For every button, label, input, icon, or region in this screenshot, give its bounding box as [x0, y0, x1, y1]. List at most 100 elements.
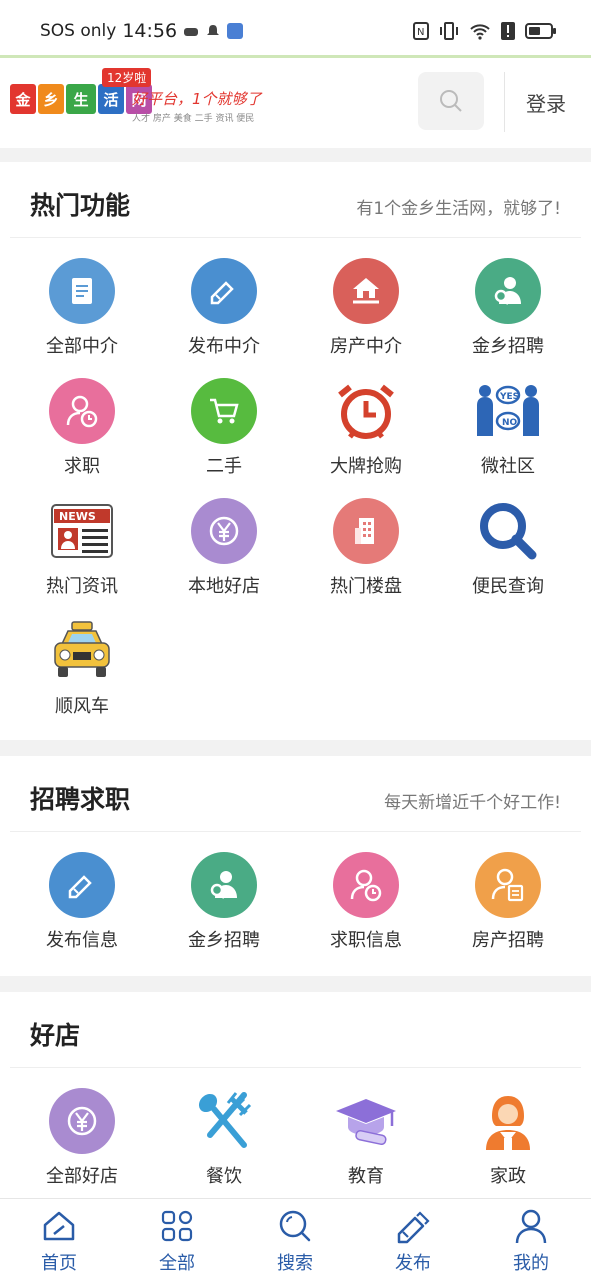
search-icon — [236, 1207, 354, 1245]
feature-label: 微社区 — [481, 456, 535, 477]
jobs-label: 求职信息 — [330, 930, 402, 951]
section-title: 招聘求职 — [30, 785, 131, 814]
feature-label: 热门资讯 — [46, 576, 118, 597]
alarm-clock-icon — [333, 378, 399, 444]
app-notification-icon — [227, 23, 244, 39]
status-bar: SOS only 14:56 N — [0, 0, 591, 58]
shops-label: 教育 — [348, 1166, 384, 1187]
header-divider — [504, 72, 505, 132]
feature-label: 本地好店 — [188, 576, 260, 597]
feature-label: 全部中介 — [46, 336, 118, 357]
edit-tag-icon — [191, 258, 257, 324]
section-title: 好店 — [30, 1021, 81, 1050]
feature-hot-news[interactable]: NEWS 热门资讯 — [11, 498, 153, 598]
nav-publish[interactable]: 发布 — [354, 1207, 472, 1275]
section-title: 热门功能 — [30, 191, 131, 220]
feature-publish-agent[interactable]: 发布中介 — [153, 258, 295, 358]
shops-section: 好店 全部好店 餐饮 教育 家政 — [0, 992, 591, 1198]
hot-features-section: 热门功能 有1个金乡生活网，就够了! 全部中介 发布中介 房产中介 金乡招聘 求… — [0, 162, 591, 740]
nav-mine[interactable]: 我的 — [472, 1207, 590, 1275]
document-icon — [49, 258, 115, 324]
clock-text: 14:56 — [122, 20, 178, 42]
person-clock-icon — [333, 852, 399, 918]
yen-icon — [49, 1088, 115, 1154]
app-header: 金 乡 生 活 网 12岁啦 好平台，1个就够了 人才 房产 美食 二手 资讯 … — [0, 58, 591, 148]
building-icon — [333, 498, 399, 564]
svg-text:YES: YES — [499, 392, 519, 402]
fork-spoon-icon — [191, 1088, 257, 1154]
shops-all[interactable]: 全部好店 — [11, 1088, 153, 1188]
jobs-seeking-info[interactable]: 求职信息 — [295, 852, 437, 952]
section-subtitle: 有1个金乡生活网，就够了! — [356, 199, 561, 219]
news-icon: NEWS — [49, 498, 115, 564]
nav-label: 搜索 — [277, 1253, 313, 1274]
jobs-jinxiang-recruit[interactable]: 金乡招聘 — [153, 852, 295, 952]
home-icon — [0, 1207, 118, 1245]
nav-search[interactable]: 搜索 — [236, 1207, 354, 1275]
recruit-person-icon — [475, 258, 541, 324]
feature-all-agents[interactable]: 全部中介 — [11, 258, 153, 358]
feature-label: 顺风车 — [55, 696, 109, 717]
shops-housekeeping[interactable]: 家政 — [437, 1088, 579, 1188]
feature-label: 便民查询 — [472, 576, 544, 597]
bell-icon — [207, 25, 220, 35]
logo-tags: 人才 房产 美食 二手 资讯 便民 — [132, 114, 255, 124]
edit-tag-icon — [49, 852, 115, 918]
logo-char: 生 — [66, 84, 96, 114]
feature-micro-community[interactable]: YES NO 微社区 — [437, 378, 579, 478]
shops-label: 全部好店 — [46, 1166, 118, 1187]
jobs-section: 招聘求职 每天新增近千个好工作! 发布信息 金乡招聘 求职信息 房产招聘 — [0, 756, 591, 976]
house-hand-icon — [333, 258, 399, 324]
site-logo[interactable]: 金 乡 生 活 网 12岁啦 好平台，1个就够了 人才 房产 美食 二手 资讯 … — [10, 68, 270, 132]
graduation-cap-icon — [333, 1088, 399, 1154]
user-icon — [472, 1207, 590, 1245]
feature-label: 房产中介 — [330, 336, 402, 357]
feature-hot-properties[interactable]: 热门楼盘 — [295, 498, 437, 598]
grid-icon — [118, 1207, 236, 1245]
nav-label: 我的 — [513, 1253, 549, 1274]
search-icon — [440, 90, 462, 112]
taxi-icon — [49, 618, 115, 684]
person-clock-icon — [49, 378, 115, 444]
shops-label: 餐饮 — [206, 1166, 242, 1187]
feature-job-seeking[interactable]: 求职 — [11, 378, 153, 478]
nav-all[interactable]: 全部 — [118, 1207, 236, 1275]
recruit-person-icon — [191, 852, 257, 918]
magnifier-icon — [475, 498, 541, 564]
feature-label: 金乡招聘 — [472, 336, 544, 357]
feature-public-query[interactable]: 便民查询 — [437, 498, 579, 598]
feature-local-shops[interactable]: 本地好店 — [153, 498, 295, 598]
svg-text:N: N — [417, 27, 424, 38]
alert-icon — [501, 22, 515, 40]
shops-dining[interactable]: 餐饮 — [153, 1088, 295, 1188]
shops-education[interactable]: 教育 — [295, 1088, 437, 1188]
feature-jinxiang-recruit[interactable]: 金乡招聘 — [437, 258, 579, 358]
nav-home[interactable]: 首页 — [0, 1207, 118, 1275]
search-button[interactable] — [418, 72, 484, 130]
vibrate-icon — [440, 22, 458, 40]
feature-second-hand[interactable]: 二手 — [153, 378, 295, 478]
wifi-icon — [470, 24, 490, 40]
logo-char: 金 — [10, 84, 36, 114]
jobs-label: 金乡招聘 — [188, 930, 260, 951]
feature-carpool[interactable]: 顺风车 — [11, 618, 153, 718]
jobs-real-estate-recruit[interactable]: 房产招聘 — [437, 852, 579, 952]
jobs-label: 发布信息 — [46, 930, 118, 951]
community-icon: YES NO — [475, 378, 541, 444]
cart-icon — [191, 378, 257, 444]
logo-age-badge: 12岁啦 — [102, 68, 152, 87]
shops-label: 家政 — [490, 1166, 526, 1187]
feature-label: 发布中介 — [188, 336, 260, 357]
feature-flash-sale[interactable]: 大牌抢购 — [295, 378, 437, 478]
nav-label: 首页 — [41, 1253, 77, 1274]
login-button[interactable]: 登录 — [514, 88, 578, 117]
feature-label: 求职 — [64, 456, 100, 477]
yen-icon — [191, 498, 257, 564]
jobs-publish-info[interactable]: 发布信息 — [11, 852, 153, 952]
publish-icon — [354, 1207, 472, 1245]
jobs-label: 房产招聘 — [472, 930, 544, 951]
feature-real-estate-agent[interactable]: 房产中介 — [295, 258, 437, 358]
section-subtitle: 每天新增近千个好工作! — [384, 793, 561, 813]
logo-slogan: 好平台，1个就够了 — [132, 90, 262, 108]
feature-label: 大牌抢购 — [330, 456, 402, 477]
